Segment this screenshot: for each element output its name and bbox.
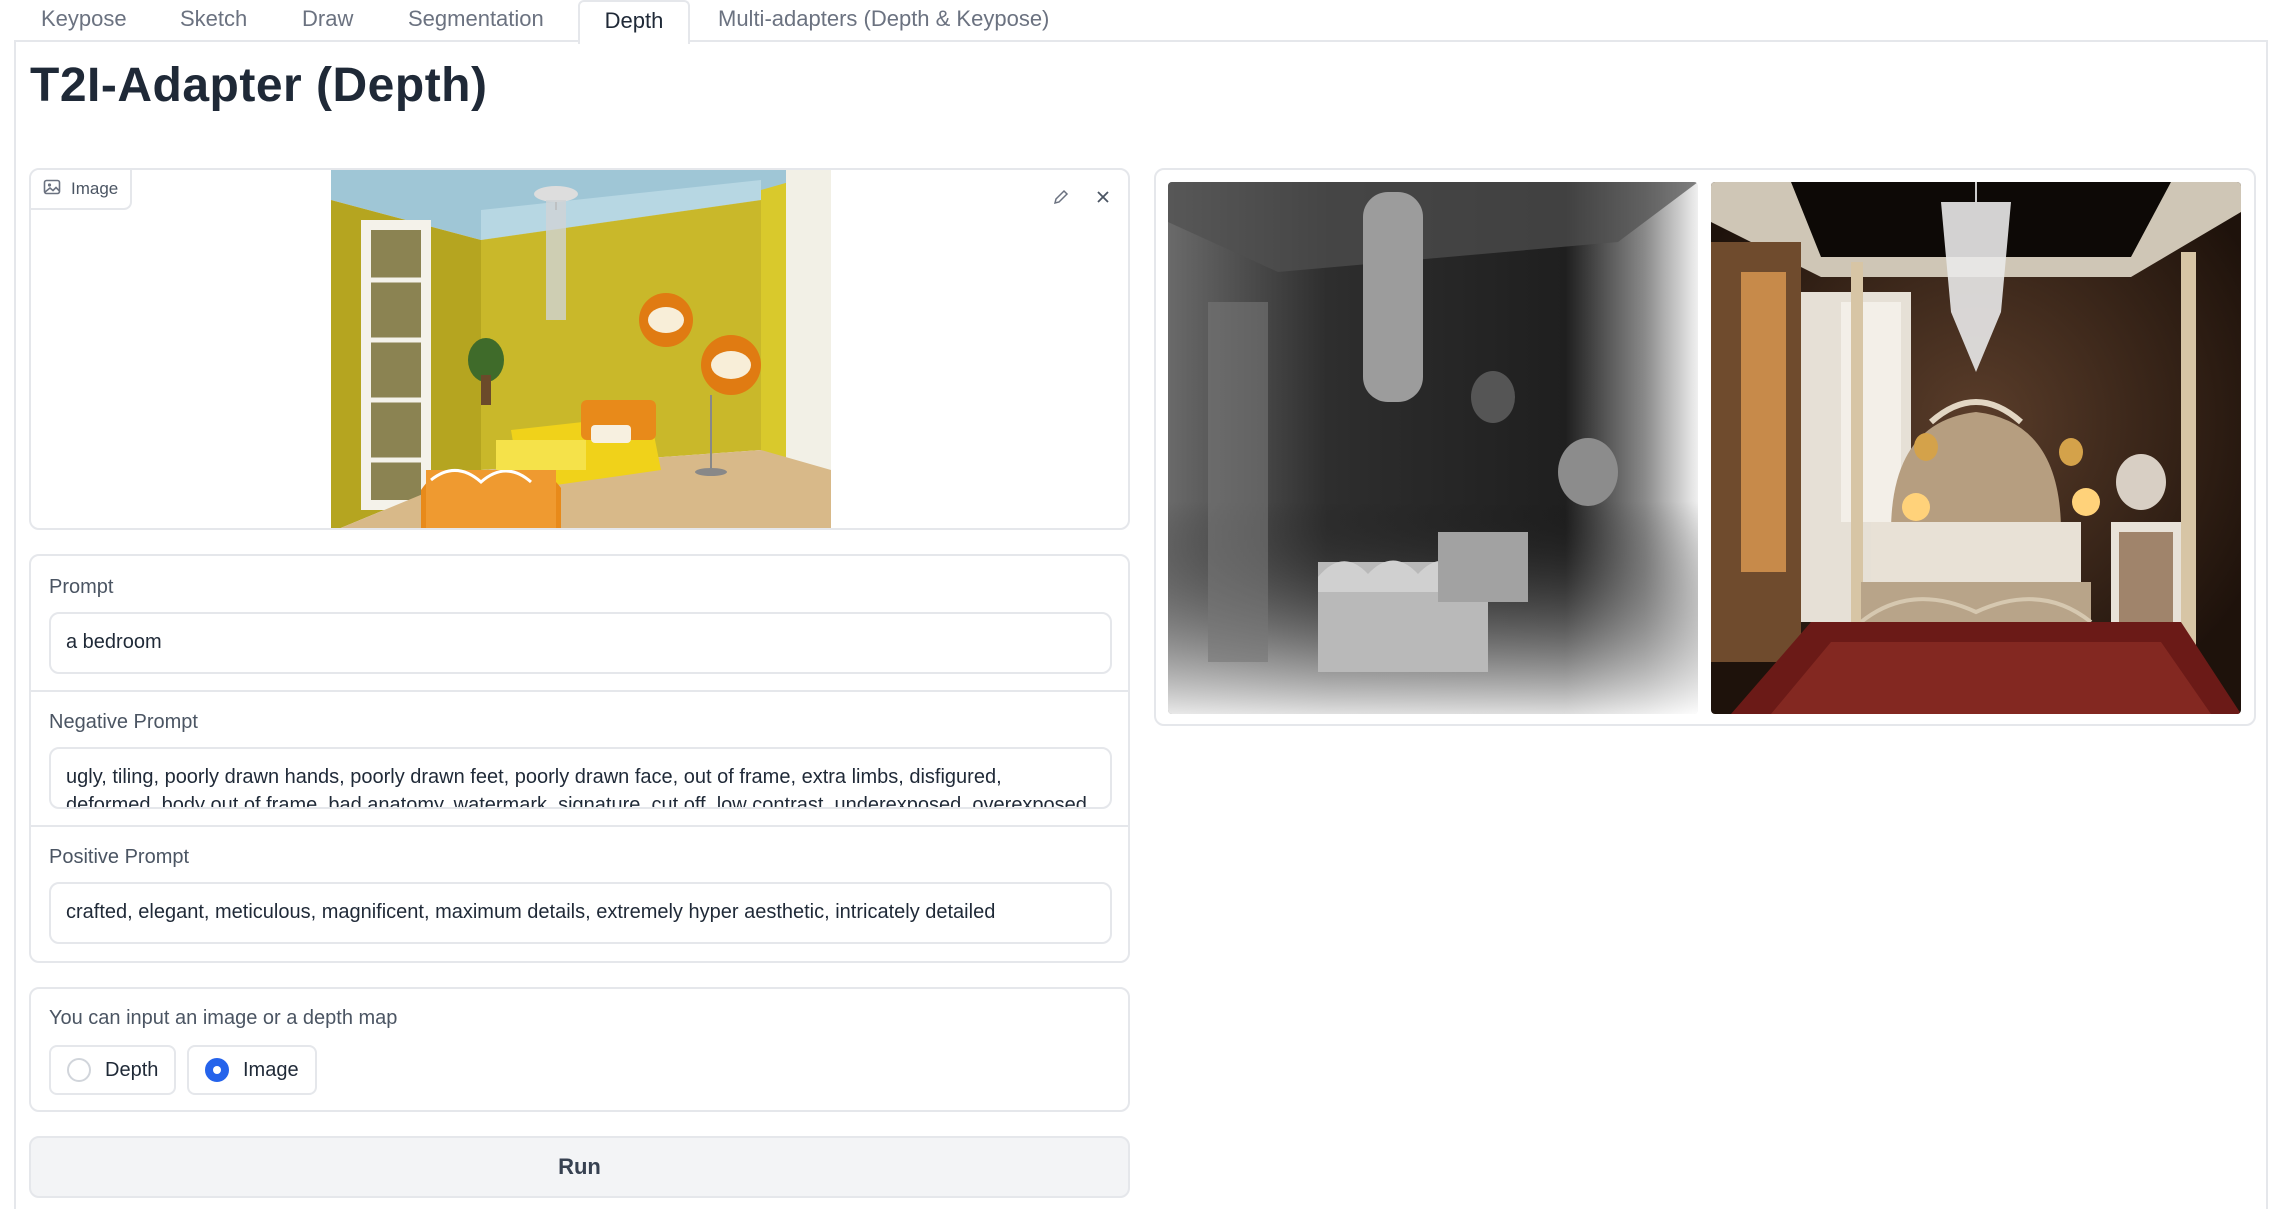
- image-label-text: Image: [71, 179, 119, 198]
- tab-multi-adapters[interactable]: Multi-adapters (Depth & Keypose): [702, 0, 1065, 42]
- input-type-label: You can input an image or a depth map: [49, 1007, 398, 1029]
- input-type-radio-group: You can input an image or a depth map De…: [29, 987, 1130, 1112]
- output-gallery: [1154, 168, 2256, 726]
- radio-image-indicator[interactable]: [205, 1058, 229, 1082]
- negative-prompt-input[interactable]: ugly, tiling, poorly drawn hands, poorly…: [49, 747, 1112, 809]
- prompt-label: Prompt: [49, 576, 114, 598]
- tab-segmentation[interactable]: Segmentation: [392, 0, 560, 42]
- prompt-group: Prompt a bedroom Negative Prompt ugly, t…: [29, 554, 1130, 963]
- radio-image-label: Image: [243, 1058, 299, 1081]
- positive-prompt-input[interactable]: crafted, elegant, meticulous, magnificen…: [49, 882, 1112, 944]
- run-button[interactable]: Run: [29, 1136, 1130, 1198]
- divider: [31, 690, 1128, 692]
- tab-draw[interactable]: Draw: [286, 0, 369, 42]
- page-title: T2I-Adapter (Depth): [30, 59, 488, 112]
- divider: [31, 825, 1128, 827]
- radio-image[interactable]: Image: [187, 1045, 317, 1095]
- tab-keypose[interactable]: Keypose: [25, 0, 143, 42]
- depth-map-output[interactable]: [1168, 182, 1698, 714]
- generated-bedroom-output[interactable]: [1711, 182, 2241, 714]
- uploaded-bedroom-image: [331, 170, 831, 528]
- edit-icon[interactable]: [1050, 186, 1072, 208]
- radio-depth[interactable]: Depth: [49, 1045, 177, 1095]
- negative-prompt-label: Negative Prompt: [49, 711, 198, 733]
- image-icon: [43, 178, 61, 201]
- radio-depth-indicator[interactable]: [67, 1058, 91, 1082]
- radio-depth-label: Depth: [105, 1058, 159, 1081]
- image-label-badge: Image: [31, 170, 133, 210]
- image-upload[interactable]: Image: [29, 168, 1130, 530]
- tab-bar: Keypose Sketch Draw Segmentation Depth M…: [0, 0, 2274, 44]
- tab-depth[interactable]: Depth: [578, 0, 690, 44]
- close-icon[interactable]: [1092, 186, 1114, 208]
- prompt-input[interactable]: a bedroom: [49, 612, 1112, 674]
- tab-sketch[interactable]: Sketch: [164, 0, 263, 42]
- positive-prompt-label: Positive Prompt: [49, 846, 190, 868]
